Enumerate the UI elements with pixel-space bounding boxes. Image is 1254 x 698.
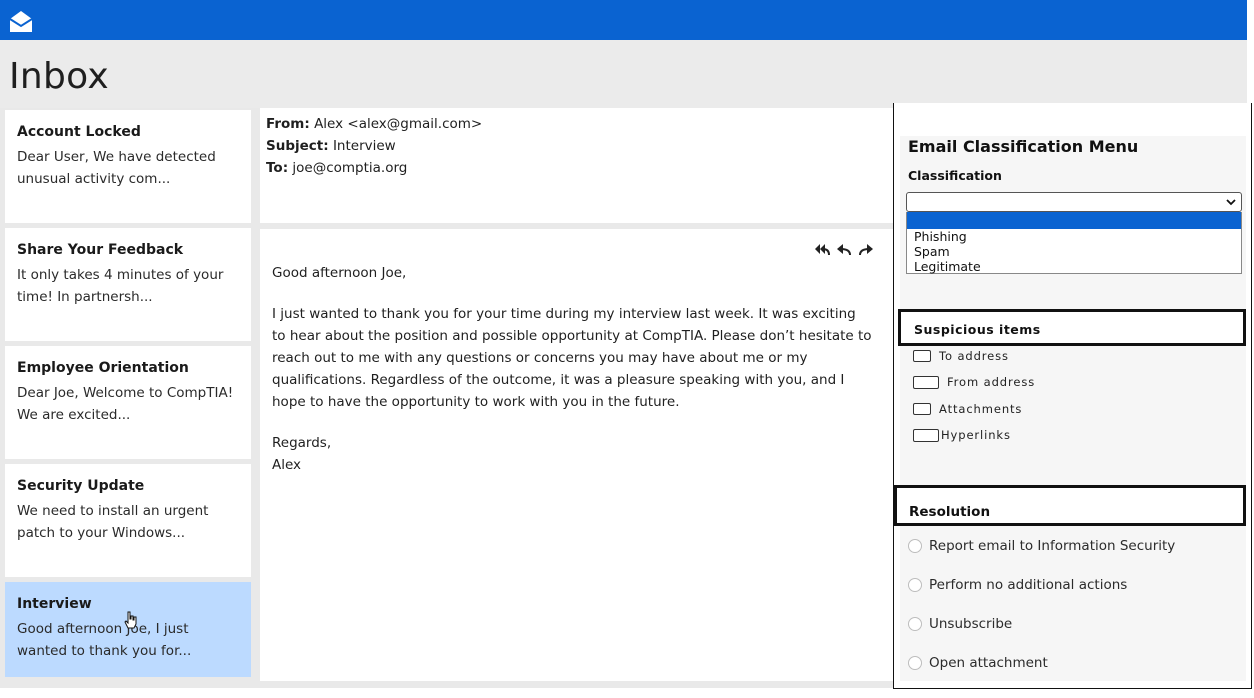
checkbox-label: Attachments <box>939 402 1023 416</box>
message-preview: Dear Joe, Welcome to CompTIA! We are exc… <box>17 385 234 423</box>
classification-dropdown: Phishing Spam Legitimate <box>906 212 1242 274</box>
message-title: Share Your Feedback <box>17 242 184 258</box>
message-preview: We need to install an urgent patch to yo… <box>17 503 209 541</box>
message-title: Account Locked <box>17 124 141 140</box>
subject-value: Interview <box>332 138 396 154</box>
message-title: Employee Orientation <box>17 360 189 376</box>
reply-icon[interactable] <box>835 241 853 257</box>
email-body: Good afternoon Joe, I just wanted to tha… <box>260 229 893 681</box>
message-title: Security Update <box>17 478 145 494</box>
resolution-title: Resolution <box>909 504 991 520</box>
to-label: To: <box>266 160 289 176</box>
panel-bottom-border <box>893 688 1252 689</box>
to-line: To: joe@comptia.org <box>266 157 887 179</box>
from-label: From: <box>266 116 310 132</box>
chevron-down-icon <box>1226 199 1236 206</box>
classification-select[interactable] <box>906 192 1242 212</box>
message-item-security-update[interactable]: Security Update We need to install an ur… <box>5 464 251 577</box>
reply-all-icon[interactable] <box>813 241 831 257</box>
checkbox-label: Hyperlinks <box>941 428 1011 442</box>
checkbox[interactable] <box>913 403 931 415</box>
classification-label: Classification <box>908 168 1002 183</box>
dropdown-highlight[interactable] <box>907 212 1241 229</box>
message-title: Interview <box>17 596 92 612</box>
radio-label: Report email to Information Security <box>929 538 1176 554</box>
radio-button[interactable] <box>908 656 922 670</box>
email-actions <box>813 241 875 257</box>
checkbox[interactable] <box>913 350 931 362</box>
message-item-employee-orientation[interactable]: Employee Orientation Dear Joe, Welcome t… <box>5 346 251 459</box>
radio-label: Perform no additional actions <box>929 577 1128 593</box>
from-line: From: Alex <alex@gmail.com> <box>266 113 887 135</box>
title-band: Inbox <box>0 40 1247 108</box>
hand-cursor-icon <box>124 611 137 629</box>
checkbox-to-address[interactable]: To address <box>913 349 1009 363</box>
subject-line: Subject: Interview <box>266 135 887 157</box>
suspicious-items-title: Suspicious items <box>914 322 1041 337</box>
radio-no-action[interactable]: Perform no additional actions <box>908 577 1127 593</box>
option-spam[interactable]: Spam <box>907 244 1241 259</box>
page-title: Inbox <box>9 56 110 97</box>
radio-button[interactable] <box>908 539 922 553</box>
radio-label: Unsubscribe <box>929 616 1013 632</box>
email-paragraph: I just wanted to thank you for your time… <box>272 306 872 410</box>
to-value: joe@comptia.org <box>292 160 408 176</box>
radio-button[interactable] <box>908 617 922 631</box>
top-bar <box>0 0 1247 40</box>
forward-icon[interactable] <box>857 241 875 257</box>
checkbox[interactable] <box>913 375 939 389</box>
email-header: From: Alex <alex@gmail.com> Subject: Int… <box>260 108 893 223</box>
option-phishing[interactable]: Phishing <box>907 229 1241 244</box>
suspicious-items-header: Suspicious items <box>898 309 1246 346</box>
message-preview: Dear User, We have detected unusual acti… <box>17 149 216 187</box>
message-item-share-your-feedback[interactable]: Share Your Feedback It only takes 4 minu… <box>5 228 251 341</box>
checkbox-label: From address <box>947 375 1036 389</box>
checkbox-label: To address <box>939 349 1009 363</box>
subject-label: Subject: <box>266 138 329 154</box>
option-legitimate[interactable]: Legitimate <box>907 259 1241 274</box>
message-item-account-locked[interactable]: Account Locked Dear User, We have detect… <box>5 110 251 223</box>
email-greeting: Good afternoon Joe, <box>272 265 407 281</box>
radio-open-attachment[interactable]: Open attachment <box>908 655 1048 671</box>
envelope-open-icon[interactable] <box>7 7 35 35</box>
email-signoff: Regards, <box>272 435 332 451</box>
from-value: Alex <alex@gmail.com> <box>314 116 483 132</box>
email-body-text: Good afternoon Joe, I just wanted to tha… <box>272 262 872 476</box>
message-preview: It only takes 4 minutes of your time! In… <box>17 267 224 305</box>
checkbox-attachments[interactable]: Attachments <box>913 402 1022 416</box>
email-signature: Alex <box>272 457 302 473</box>
checkbox-hyperlinks[interactable]: Hyperlinks <box>913 428 1011 442</box>
radio-button[interactable] <box>908 578 922 592</box>
checkbox-from-address[interactable]: From address <box>913 375 1035 389</box>
menu-title: Email Classification Menu <box>908 137 1139 156</box>
radio-label: Open attachment <box>929 655 1048 671</box>
message-item-interview[interactable]: Interview Good afternoon Joe, I just wan… <box>5 582 251 677</box>
radio-report-email[interactable]: Report email to Information Security <box>908 538 1175 554</box>
radio-unsubscribe[interactable]: Unsubscribe <box>908 616 1012 632</box>
classification-panel: Email Classification Menu Classification… <box>893 103 1252 689</box>
resolution-header: Resolution <box>894 485 1246 526</box>
checkbox[interactable] <box>913 428 939 442</box>
